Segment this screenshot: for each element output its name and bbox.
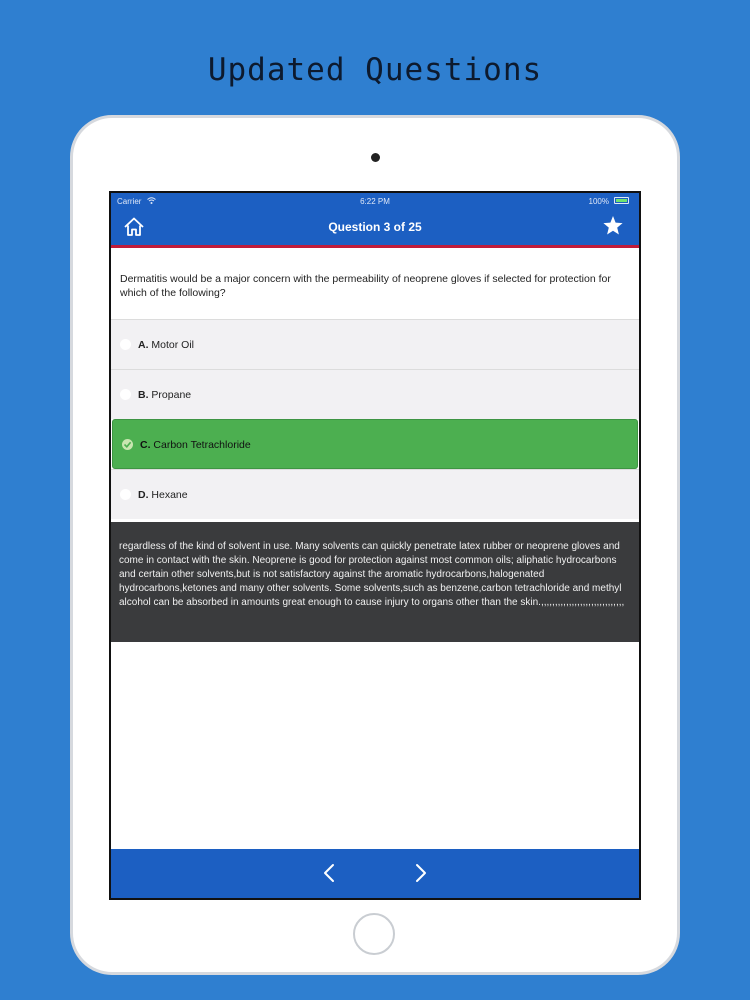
option-letter: D. [138,489,149,501]
option-text: Motor Oil [151,339,195,351]
status-bar: Carrier 6:22 PM 100% [111,193,639,210]
chevron-right-icon[interactable] [411,861,431,885]
option-a[interactable]: A. Motor Oil [111,319,639,369]
camera-dot [371,153,380,162]
star-icon[interactable] [601,214,625,238]
option-d[interactable]: D. Hexane [111,469,639,519]
option-label: A. Motor Oil [138,339,194,351]
bottom-nav-bar [111,849,639,898]
chevron-left-icon[interactable] [319,861,339,885]
app-screen: Carrier 6:22 PM 100% Question 3 of 25 De… [109,191,641,900]
explanation-panel: regardless of the kind of solvent in use… [111,522,639,642]
option-c[interactable]: C. Carbon Tetrachloride [112,419,638,469]
option-text: Propane [151,389,192,401]
promo-title: Updated Questions [207,52,543,88]
nav-bar: Question 3 of 25 [111,210,639,248]
explanation-text: regardless of the kind of solvent in use… [119,541,625,608]
option-letter: C. [140,439,151,451]
option-text: Hexane [151,489,188,501]
option-letter: A. [138,339,149,351]
answer-options: A. Motor Oil B. Propane C. Carbon Tetrac… [111,319,639,519]
option-label: C. Carbon Tetrachloride [140,439,251,451]
battery-icon [614,197,629,204]
checkbox-icon [120,389,131,400]
option-b[interactable]: B. Propane [111,369,639,419]
option-text: Carbon Tetrachloride [153,439,251,451]
battery-percent: 100% [588,197,609,206]
option-label: D. Hexane [138,489,188,501]
hardware-home-button[interactable] [353,913,395,955]
checkbox-icon [120,339,131,350]
status-time: 6:22 PM [360,197,390,206]
option-label: B. Propane [138,389,191,401]
question-counter: Question 3 of 25 [328,220,422,234]
question-text: Dermatitis would be a major concern with… [120,273,611,299]
check-circle-icon [122,439,133,450]
checkbox-icon [120,489,131,500]
option-letter: B. [138,389,149,401]
